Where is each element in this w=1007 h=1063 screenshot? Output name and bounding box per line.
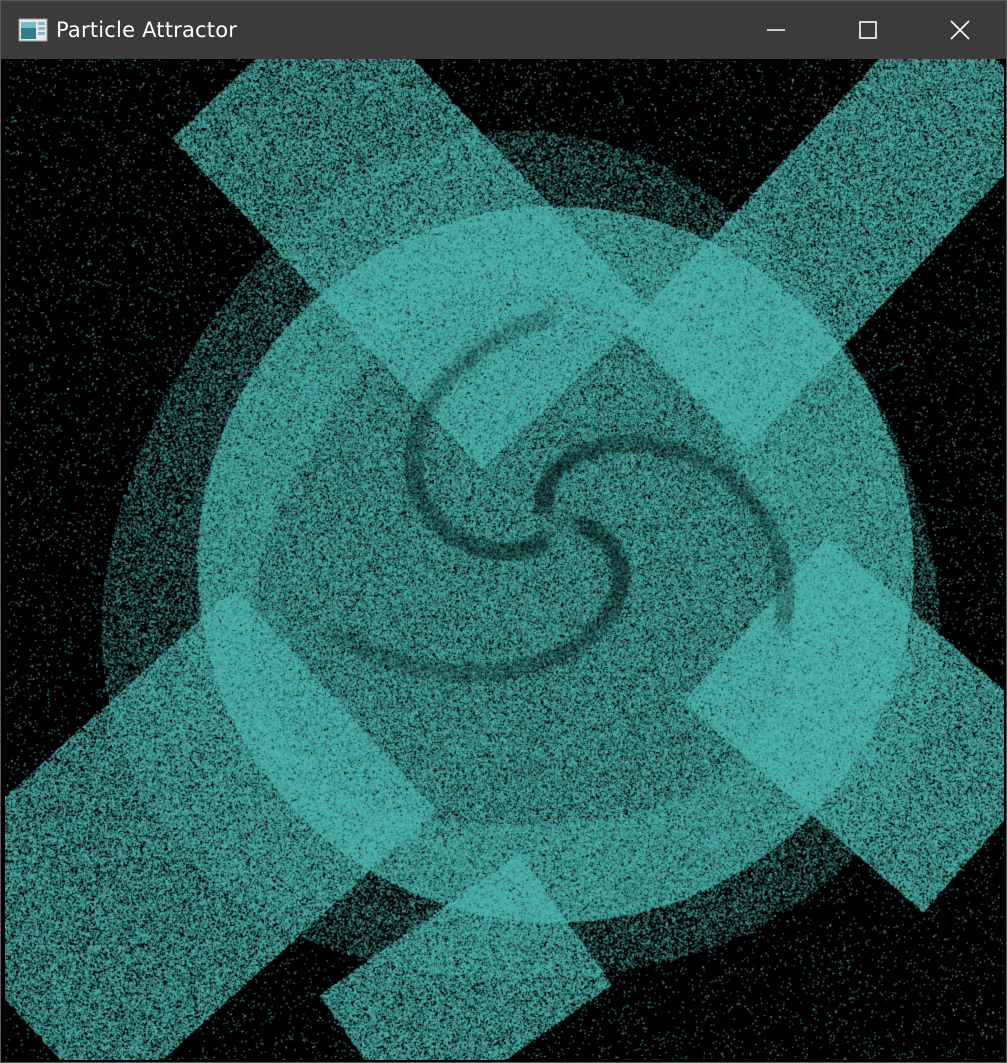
title-bar[interactable]: Particle Attractor <box>1 1 1006 59</box>
app-window: Particle Attractor <box>0 0 1007 1063</box>
close-icon <box>950 20 970 40</box>
application-window-icon <box>18 18 48 42</box>
window-title: Particle Attractor <box>56 18 238 42</box>
maximize-button[interactable] <box>822 1 914 59</box>
minimize-icon <box>767 29 785 31</box>
close-button[interactable] <box>914 1 1006 59</box>
maximize-icon <box>859 21 877 39</box>
particle-canvas-area[interactable] <box>5 59 1004 1060</box>
minimize-button[interactable] <box>730 1 822 59</box>
particle-canvas[interactable] <box>5 59 1004 1060</box>
